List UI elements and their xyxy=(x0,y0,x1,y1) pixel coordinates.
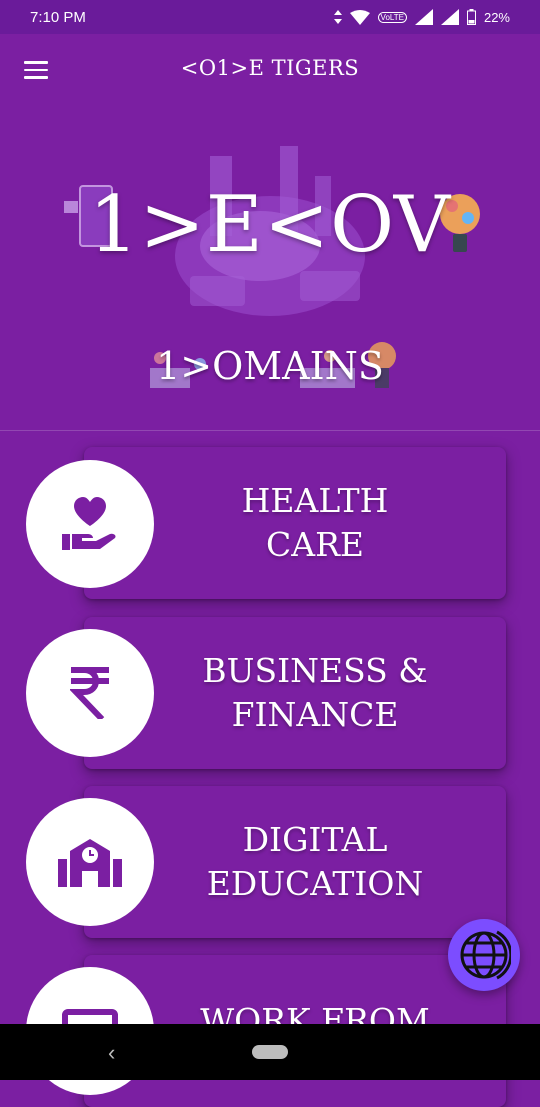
volte-icon: VoLTE xyxy=(377,11,407,23)
back-icon[interactable]: ‹ xyxy=(108,1040,115,1066)
wifi-icon xyxy=(349,9,370,25)
hero-title: 1>E<OV xyxy=(88,180,452,270)
globe-icon xyxy=(460,930,511,980)
hero-banner: 1>E<OV 1>OMAINS xyxy=(0,106,540,430)
system-nav-bar: ‹ xyxy=(0,1024,540,1080)
heart-in-hand-icon xyxy=(62,497,116,550)
battery-icon xyxy=(466,9,476,25)
domain-icon-circle-health-care[interactable] xyxy=(26,460,154,588)
hero-subtitle: 1>OMAINS xyxy=(156,344,384,388)
status-bar: 7:10 PM VoLTE 22% xyxy=(0,0,540,34)
home-pill-icon[interactable] xyxy=(252,1045,288,1059)
signal-icon xyxy=(414,9,433,25)
divider xyxy=(0,430,540,431)
status-icons: VoLTE 22% xyxy=(333,9,510,25)
domain-label-digital-education: DIGITAL EDUCATION xyxy=(206,820,424,903)
app-title: <O1>E TIGERS xyxy=(180,56,360,80)
domain-icon-circle-business-finance[interactable] xyxy=(26,629,154,757)
data-arrows-icon xyxy=(333,10,342,24)
globe-fab-button[interactable] xyxy=(448,919,520,991)
battery-percent: 22% xyxy=(483,9,510,25)
status-time: 7:10 PM xyxy=(30,8,86,26)
rupee-icon xyxy=(70,667,109,719)
app-bar: <O1>E TIGERS xyxy=(0,34,540,106)
domain-label-health-care: HEALTH CARE xyxy=(241,481,389,564)
domain-icon-circle-digital-education[interactable] xyxy=(26,798,154,926)
domain-label-business-finance: BUSINESS & FINANCE xyxy=(202,651,428,734)
signal-icon-2 xyxy=(440,9,459,25)
school-icon xyxy=(58,839,122,887)
